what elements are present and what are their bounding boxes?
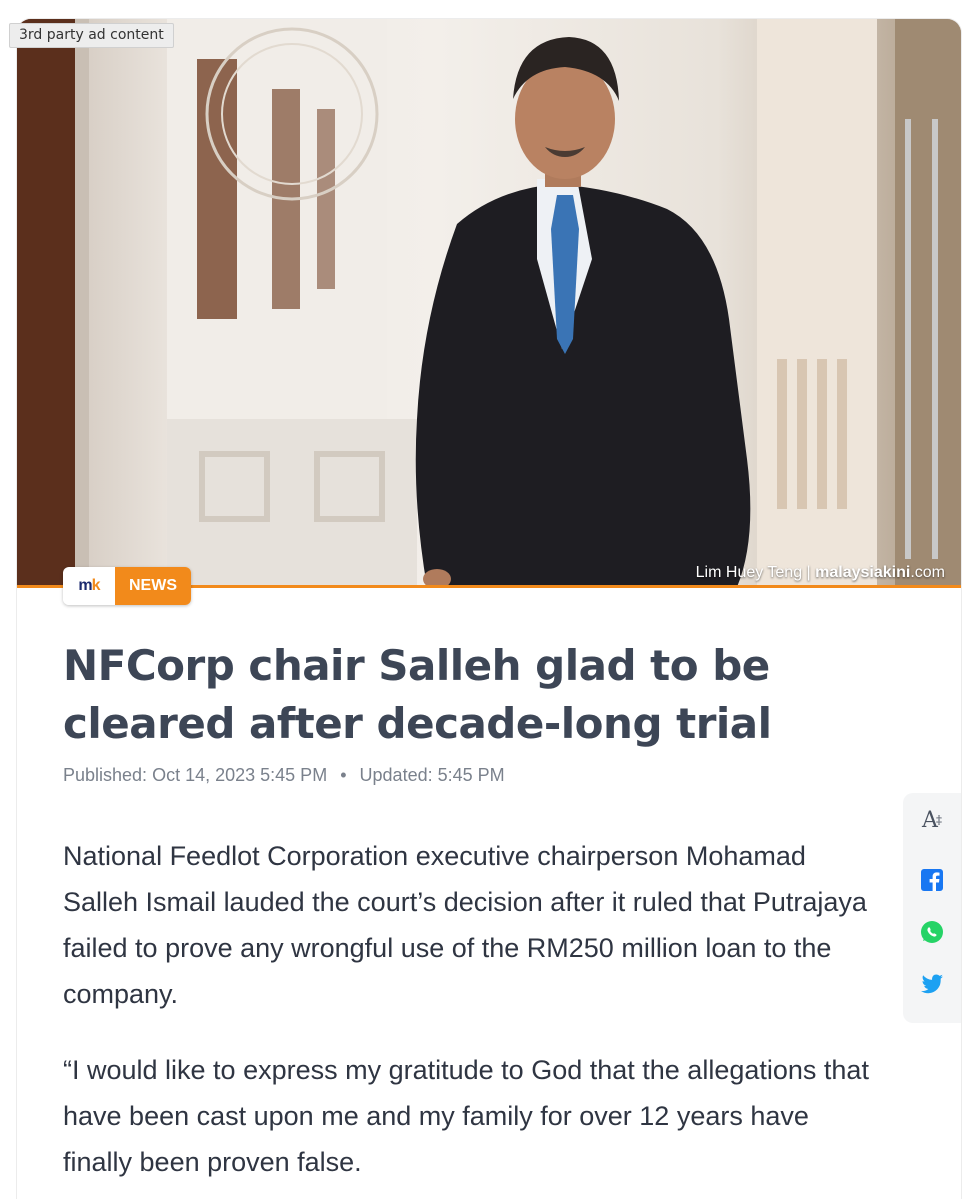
facebook-icon[interactable]: [917, 865, 947, 895]
article-card: Lim Huey Teng | malaysiakini.com mk NEWS…: [17, 19, 961, 1199]
logo-accent-letter: k: [91, 577, 101, 594]
published-value: Oct 14, 2023 5:45 PM: [152, 765, 328, 785]
hero-photo: Lim Huey Teng | malaysiakini.com: [17, 19, 961, 587]
article-paragraph: National Feedlot Corporation executive c…: [63, 841, 867, 1009]
hero-illustration: [17, 19, 961, 587]
photo-credit-tld: .com: [910, 564, 945, 581]
article-meta: Published: Oct 14, 2023 5:45 PM • Update…: [63, 765, 505, 786]
category-tag[interactable]: NEWS: [115, 567, 191, 605]
updated-label: Updated:: [359, 765, 433, 785]
font-size-sup: ‡: [935, 813, 942, 827]
logo-main-letter: m: [78, 577, 92, 594]
photo-credit-site: malaysiakini: [815, 564, 911, 581]
published-label: Published:: [63, 765, 148, 785]
mk-logo-icon: mk: [63, 567, 115, 605]
twitter-icon[interactable]: [917, 969, 947, 999]
font-size-icon[interactable]: A ‡: [917, 805, 947, 835]
meta-separator: •: [340, 765, 347, 785]
photo-credit-name: Lim Huey Teng: [695, 564, 803, 581]
ad-label: 3rd party ad content: [9, 23, 174, 48]
category-badge[interactable]: mk NEWS: [63, 567, 191, 605]
whatsapp-icon[interactable]: [917, 917, 947, 947]
photo-credit-separator: |: [806, 564, 811, 581]
article-headline: NFCorp chair Salleh glad to be cleared a…: [63, 641, 772, 748]
updated-value: 5:45 PM: [437, 765, 505, 785]
photo-credit: Lim Huey Teng | malaysiakini.com: [696, 564, 945, 582]
share-rail: A ‡: [903, 793, 961, 1023]
article-paragraph: “I would like to express my gratitude to…: [63, 1055, 869, 1177]
